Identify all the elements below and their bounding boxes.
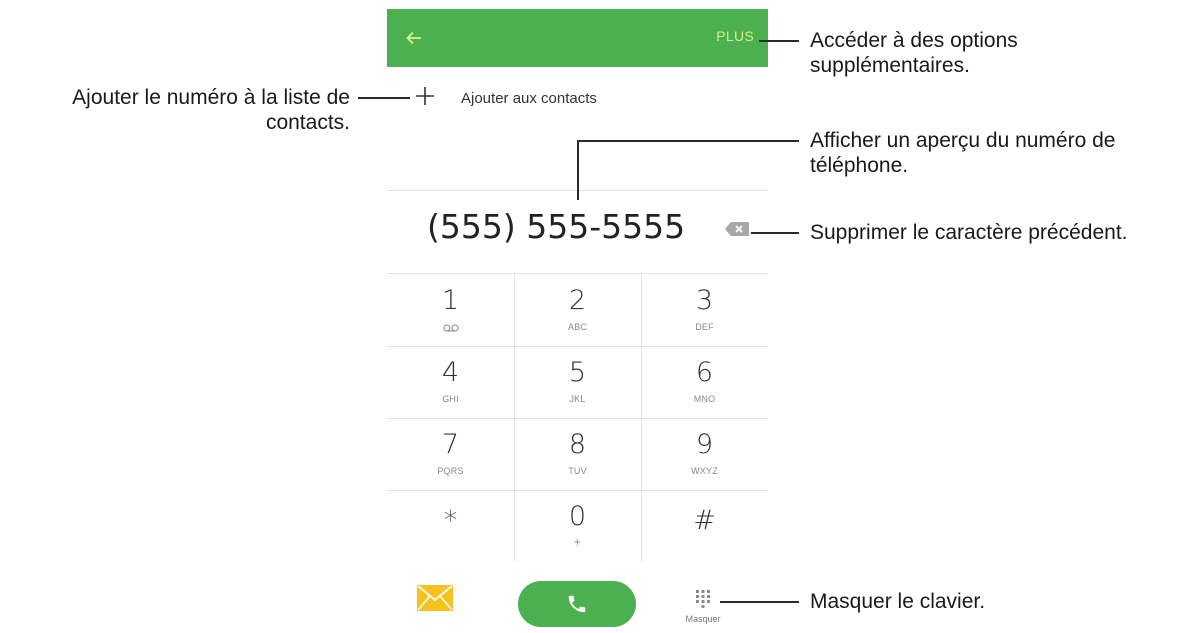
key-hash[interactable]: # bbox=[641, 490, 768, 562]
callout-text: Ajouter le numéro à la liste de bbox=[72, 86, 350, 109]
key-8[interactable]: 8 TUV bbox=[514, 418, 641, 490]
callout-text: Supprimer le caractère précédent. bbox=[810, 221, 1128, 244]
call-button[interactable] bbox=[518, 581, 636, 627]
callout-line bbox=[751, 232, 799, 234]
envelope-icon bbox=[417, 585, 453, 611]
key-letters: MNO bbox=[693, 394, 716, 404]
keypad-grid-icon bbox=[696, 590, 710, 608]
key-7[interactable]: 7 PQRS bbox=[387, 418, 514, 490]
phone-screen: PLUS Ajouter aux contacts (555) 555-5555… bbox=[387, 9, 768, 633]
key-digit: 7 bbox=[441, 429, 460, 460]
callout-text: Afficher un aperçu du numéro de bbox=[810, 129, 1116, 152]
callout-text: Masquer le clavier. bbox=[810, 590, 986, 613]
plus-icon bbox=[416, 87, 434, 105]
key-letters: PQRS bbox=[437, 466, 464, 476]
app-bar: PLUS bbox=[387, 9, 768, 67]
arrow-left-icon bbox=[406, 31, 421, 45]
key-0[interactable]: 0 + bbox=[514, 490, 641, 562]
more-options-button[interactable]: PLUS bbox=[716, 28, 754, 44]
callout-line bbox=[720, 601, 799, 603]
backspace-icon[interactable] bbox=[724, 221, 750, 237]
callout-hide-keypad: Masquer le clavier. bbox=[810, 589, 985, 614]
key-letters: JKL bbox=[569, 394, 586, 404]
hide-keypad-label: Masquer bbox=[685, 614, 721, 624]
voicemail-icon bbox=[443, 324, 459, 332]
key-digit: 0 bbox=[568, 501, 587, 532]
key-3[interactable]: 3 DEF bbox=[641, 274, 768, 346]
key-letters: DEF bbox=[695, 322, 714, 332]
phone-icon bbox=[568, 595, 586, 613]
callout-line bbox=[577, 140, 579, 200]
key-digit: 8 bbox=[568, 429, 587, 460]
key-6[interactable]: 6 MNO bbox=[641, 346, 768, 418]
back-button[interactable] bbox=[399, 23, 429, 53]
key-4[interactable]: 4 GHI bbox=[387, 346, 514, 418]
add-to-contacts-label: Ajouter aux contacts bbox=[461, 90, 597, 107]
dial-keypad: 1 2 ABC 3 DEF 4 GHI 5 JKL 6 MNO 7 PQRS 8… bbox=[387, 273, 768, 562]
key-digit: * bbox=[443, 505, 458, 536]
phone-number-display[interactable]: (555) 555-5555 bbox=[427, 207, 685, 246]
key-5[interactable]: 5 JKL bbox=[514, 346, 641, 418]
callout-preview: Afficher un aperçu du numéro de téléphon… bbox=[810, 128, 1115, 178]
callout-text: Accéder à des options bbox=[810, 29, 1018, 52]
callout-text: contacts. bbox=[265, 111, 350, 134]
send-message-button[interactable] bbox=[417, 585, 453, 611]
key-letters: GHI bbox=[442, 394, 459, 404]
key-digit: 3 bbox=[695, 285, 714, 316]
callout-line bbox=[759, 40, 799, 42]
callout-text: téléphone. bbox=[810, 154, 909, 177]
callout-text: supplémentaires. bbox=[810, 54, 970, 77]
key-digit: 4 bbox=[441, 357, 460, 388]
key-9[interactable]: 9 WXYZ bbox=[641, 418, 768, 490]
key-letters: WXYZ bbox=[691, 466, 718, 476]
callout-line bbox=[577, 140, 799, 142]
callout-line bbox=[358, 97, 410, 99]
add-to-contacts-button[interactable]: Ajouter aux contacts bbox=[387, 76, 768, 126]
key-digit: 9 bbox=[695, 429, 714, 460]
key-digit: # bbox=[693, 505, 716, 536]
key-star[interactable]: * bbox=[387, 490, 514, 562]
key-digit: 6 bbox=[695, 357, 714, 388]
key-digit: 5 bbox=[568, 357, 587, 388]
key-letters: TUV bbox=[568, 466, 587, 476]
hide-keypad-button[interactable]: Masquer bbox=[678, 581, 728, 633]
key-2[interactable]: 2 ABC bbox=[514, 274, 641, 346]
key-letters: + bbox=[573, 535, 582, 549]
key-1[interactable]: 1 bbox=[387, 274, 514, 346]
callout-add-contact: Ajouter le numéro à la liste de contacts… bbox=[0, 85, 350, 135]
key-digit: 2 bbox=[568, 285, 587, 316]
bottom-action-bar: Masquer bbox=[387, 561, 768, 633]
callout-delete: Supprimer le caractère précédent. bbox=[810, 220, 1128, 245]
callout-more-options: Accéder à des options supplémentaires. bbox=[810, 28, 1018, 78]
key-letters: ABC bbox=[567, 322, 588, 332]
key-digit: 1 bbox=[441, 285, 460, 316]
